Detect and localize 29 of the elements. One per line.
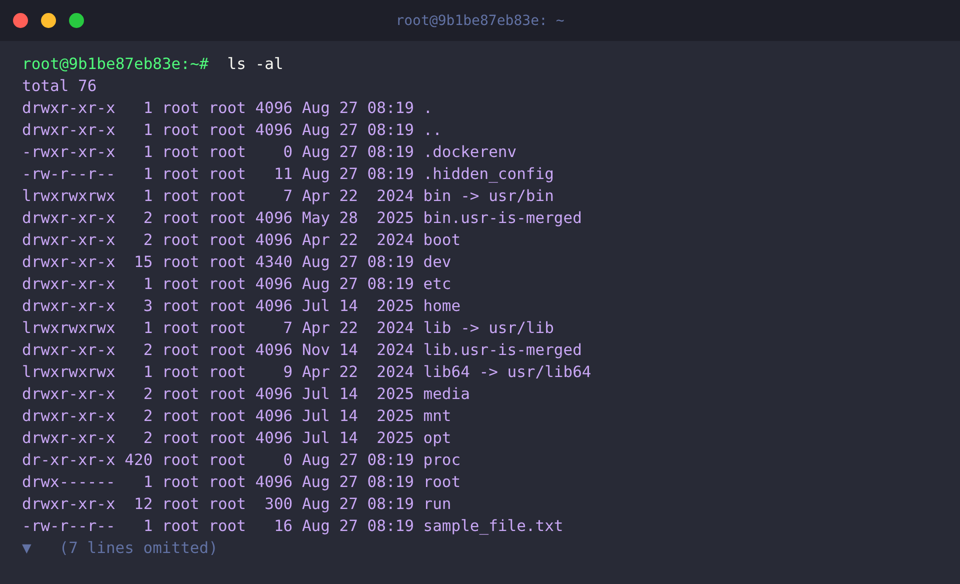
output-line: drwxr-xr-x 3 root root 4096 Jul 14 2025 home — [22, 296, 462, 317]
output-line: drwxr-xr-x 1 root root 4096 Aug 27 08:19 etc — [22, 274, 452, 295]
output-line: total 76 — [22, 76, 98, 97]
omitted-lines-note: (7 lines omitted) — [59, 539, 218, 557]
output-line: drwxr-xr-x 2 root root 4096 Jul 14 2025 media — [22, 384, 471, 405]
output-line: drwxr-xr-x 15 root root 4340 Aug 27 08:19 dev — [22, 252, 452, 273]
close-button[interactable] — [13, 13, 28, 28]
output-line: drwxr-xr-x 2 root root 4096 Nov 14 2024 lib.usr-is-merged — [22, 340, 583, 361]
output-line: drwxr-xr-x 2 root root 4096 Apr 22 2024 boot — [22, 230, 462, 251]
output-line: drwxr-xr-x 1 root root 4096 Aug 27 08:19 . — [22, 98, 434, 119]
output-line: drwxr-xr-x 12 root root 300 Aug 27 08:19 run — [22, 494, 452, 515]
maximize-button[interactable] — [69, 13, 84, 28]
output-line: drwxr-xr-x 2 root root 4096 Jul 14 2025 mnt — [22, 406, 452, 427]
window-title: root@9b1be87eb83e: ~ — [396, 12, 564, 28]
output-line: dr-xr-xr-x 420 root root 0 Aug 27 08:19 proc — [22, 450, 462, 471]
minimize-button[interactable] — [41, 13, 56, 28]
output-line: -rw-r--r-- 1 root root 16 Aug 27 08:19 sample_file.txt — [22, 516, 564, 537]
output-line: lrwxrwxrwx 1 root root 7 Apr 22 2024 bin -> usr/bin — [22, 186, 555, 207]
output-line: drwx------ 1 root root 4096 Aug 27 08:19 root — [22, 472, 462, 493]
output-line: -rw-r--r-- 1 root root 11 Aug 27 08:19 .hidden_config — [22, 164, 555, 185]
output-line: lrwxrwxrwx 1 root root 7 Apr 22 2024 lib -> usr/lib — [22, 318, 555, 339]
expand-toggle[interactable]: ▼ — [22, 539, 32, 557]
command-text: ls -al — [227, 55, 284, 73]
output-line: drwxr-xr-x 1 root root 4096 Aug 27 08:19 .. — [22, 120, 443, 141]
output-line: drwxr-xr-x 2 root root 4096 May 28 2025 bin.usr-is-merged — [22, 208, 583, 229]
output-line: lrwxrwxrwx 1 root root 9 Apr 22 2024 lib64 -> usr/lib64 — [22, 362, 592, 383]
shell-prompt: root@9b1be87eb83e:~# — [22, 55, 209, 73]
output-line: drwxr-xr-x 2 root root 4096 Jul 14 2025 opt — [22, 428, 452, 449]
output-line: -rwxr-xr-x 1 root root 0 Aug 27 08:19 .dockerenv — [22, 142, 518, 163]
